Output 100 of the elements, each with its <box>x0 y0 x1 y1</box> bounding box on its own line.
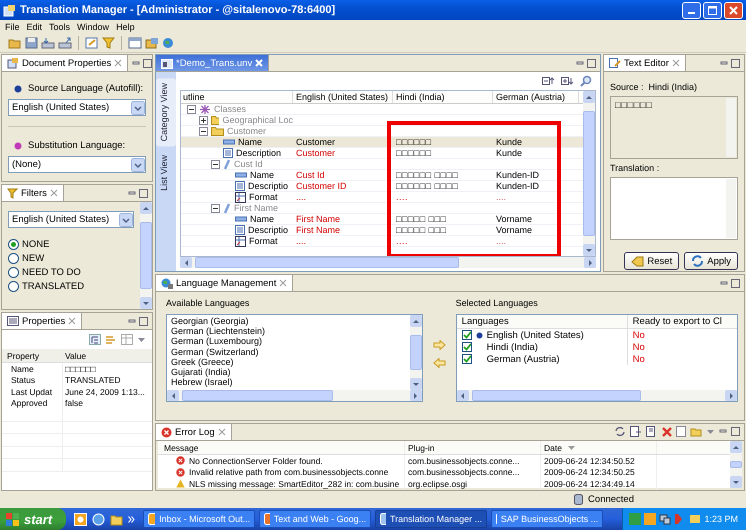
folder-icon[interactable] <box>110 512 124 526</box>
checkbox[interactable] <box>462 342 472 352</box>
tree-toggle[interactable] <box>199 126 208 136</box>
view-tab[interactable]: Document Properties <box>2 55 128 71</box>
tree-toggle[interactable] <box>211 204 220 212</box>
clear-log-icon[interactable] <box>676 426 686 437</box>
delete-icon[interactable] <box>662 426 672 436</box>
tree-row[interactable]: Geographical Loc <box>181 115 583 126</box>
radio-button[interactable] <box>8 252 19 264</box>
apply-button[interactable]: Apply <box>684 252 738 270</box>
language-item[interactable]: Greek (Greece) <box>171 356 406 367</box>
menu-item[interactable]: Tools <box>47 22 76 32</box>
language-item[interactable]: German (Luxembourg) <box>171 336 406 347</box>
minimize-button[interactable] <box>682 2 701 18</box>
view-tab[interactable]: Error Log <box>156 424 232 440</box>
side-tab[interactable]: Category View <box>156 78 176 146</box>
tree-node-label[interactable]: Descriptio <box>248 181 288 191</box>
minimize-icon[interactable] <box>576 60 584 68</box>
save-icon[interactable] <box>25 36 38 48</box>
maximize-icon[interactable] <box>139 317 148 326</box>
taskbar-button[interactable]: Text and Web - Goog... <box>259 510 372 528</box>
tree-node-label[interactable]: Name <box>250 170 274 180</box>
language-item[interactable]: Georgian (Georgia) <box>171 316 406 326</box>
column-header[interactable]: Date <box>541 441 657 454</box>
tree-node-label[interactable]: Format <box>249 192 278 202</box>
column-header[interactable]: Ready to export to Cl <box>628 316 737 327</box>
tree-row[interactable]: Format .... .... .... <box>181 236 583 247</box>
language-item[interactable]: Gujarati (India) <box>171 366 406 378</box>
properties-icon[interactable] <box>145 36 159 48</box>
minimize-icon[interactable] <box>720 280 728 288</box>
tree-toggle[interactable] <box>187 104 196 114</box>
language-item[interactable]: German (Liechtenstein) <box>171 326 406 336</box>
view-menu-icon[interactable] <box>137 336 146 342</box>
export-log-icon[interactable] <box>646 426 658 437</box>
taskbar-button[interactable]: Inbox - Microsoft Out... <box>143 510 256 528</box>
close-icon[interactable] <box>50 189 58 197</box>
close-icon[interactable] <box>114 59 122 67</box>
export-icon[interactable] <box>58 36 72 48</box>
horizontal-scrollbar[interactable] <box>167 390 422 401</box>
column-header[interactable]: English (United States) <box>293 91 393 103</box>
maximize-icon[interactable] <box>139 189 148 198</box>
tree-toggle[interactable] <box>199 116 208 124</box>
open-log-icon[interactable] <box>690 426 702 437</box>
horizontal-scrollbar[interactable] <box>180 257 596 268</box>
network-icon[interactable] <box>659 513 672 525</box>
minimize-icon[interactable] <box>719 428 727 436</box>
browser-icon[interactable] <box>92 512 106 526</box>
import-log-icon[interactable] <box>630 426 642 437</box>
maximize-icon[interactable] <box>587 59 596 68</box>
column-header[interactable]: Plug-in <box>405 441 541 454</box>
globe-icon[interactable] <box>162 36 176 48</box>
view-tab[interactable]: Filters <box>2 185 64 201</box>
close-icon[interactable] <box>672 59 680 67</box>
vertical-scrollbar[interactable] <box>140 202 152 309</box>
view-tab[interactable]: Properties <box>2 313 82 329</box>
language-dropdown[interactable]: English (United States) <box>8 211 134 228</box>
tree-row[interactable]: First Name <box>181 203 583 214</box>
filter-icon[interactable] <box>102 36 115 48</box>
panel-icon[interactable] <box>128 36 142 48</box>
column-header[interactable]: Value <box>63 350 86 360</box>
radio-button[interactable] <box>8 238 19 250</box>
column-header[interactable]: Message <box>158 441 405 454</box>
view-tab[interactable]: Language Management <box>156 275 294 291</box>
side-tab[interactable]: List View <box>156 150 176 196</box>
close-icon[interactable] <box>279 279 288 287</box>
close-icon[interactable] <box>218 428 226 436</box>
reset-button[interactable]: Reset <box>624 252 680 270</box>
import-icon[interactable] <box>41 36 55 48</box>
more-icon[interactable] <box>128 516 136 522</box>
tree-node-label[interactable]: Descriptio <box>248 225 288 235</box>
translation-input[interactable] <box>610 177 738 240</box>
vertical-scrollbar[interactable] <box>410 315 422 390</box>
view-menu-icon[interactable] <box>706 428 715 434</box>
tree-row[interactable]: Name First Name □□□□□ □□□ Vorname <box>181 214 583 225</box>
tree-row[interactable]: Name Customer □□□□□□ Kunde <box>181 137 583 148</box>
tree-row[interactable]: Classes <box>181 104 583 115</box>
tree-node-label[interactable]: Format <box>249 236 278 246</box>
minimize-icon[interactable] <box>128 190 136 198</box>
tree-node-label[interactable]: Name <box>238 137 262 147</box>
editor-tab[interactable]: *Demo_Trans.unv <box>156 55 270 71</box>
refresh-icon[interactable] <box>614 426 626 437</box>
tree-row[interactable]: Format .... .... .... <box>181 192 583 203</box>
language-item[interactable]: Hebrew (Israel) <box>171 377 406 388</box>
tree-row[interactable]: Description Customer □□□□□□ Kunde <box>181 148 583 159</box>
taskbar-button[interactable]: SAP BusinessObjects ... <box>491 510 604 528</box>
maximize-icon[interactable] <box>731 427 740 436</box>
tree-node-label[interactable]: Geographical Loc <box>222 115 293 125</box>
expand-all-icon[interactable] <box>561 76 575 86</box>
menu-item[interactable]: Help <box>114 22 140 32</box>
vertical-scrollbar[interactable] <box>583 91 595 256</box>
outlook-icon[interactable] <box>74 512 88 526</box>
vertical-scrollbar[interactable] <box>730 441 742 488</box>
tree-row[interactable]: Descriptio Customer ID □□□□□□ □□□□ Kunden-ID <box>181 181 583 192</box>
minimize-icon[interactable] <box>132 60 140 68</box>
close-button[interactable] <box>724 2 743 18</box>
tree-row[interactable]: Cust Id <box>181 159 583 170</box>
taskbar-button[interactable]: Translation Manager ... <box>375 510 488 528</box>
tree-toggle[interactable] <box>211 160 220 168</box>
substitution-language-dropdown[interactable]: (None) <box>8 156 146 173</box>
maximize-icon[interactable] <box>731 59 740 68</box>
